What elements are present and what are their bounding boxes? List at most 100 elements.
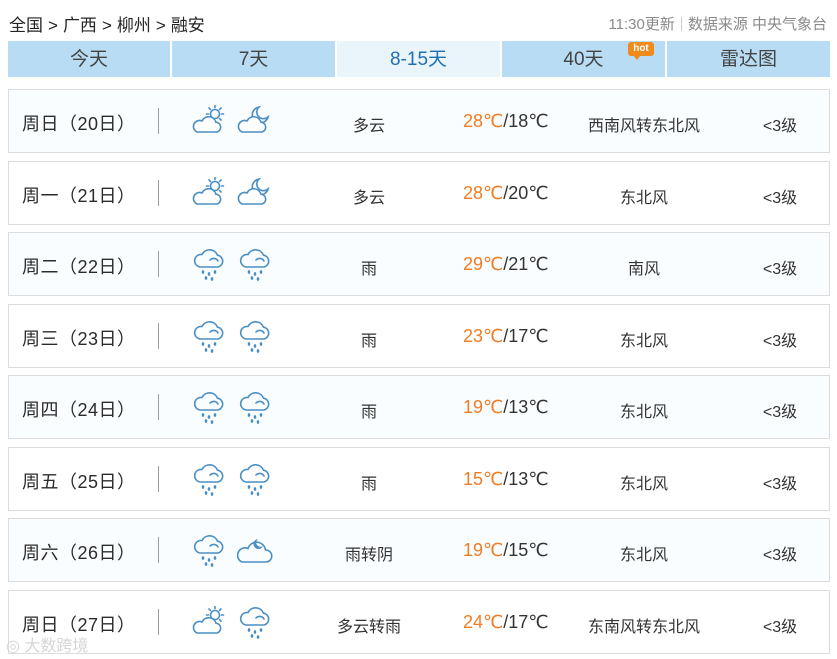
rain-cloud-icon	[237, 605, 273, 639]
update-time: 11:30更新	[608, 16, 675, 33]
low-temp: /20℃	[503, 182, 549, 203]
divider	[158, 322, 159, 349]
divider	[158, 537, 159, 563]
temperature: 19℃/13℃	[463, 397, 549, 418]
low-temp: /21℃	[503, 254, 549, 274]
day-label: 周一（21日）	[22, 185, 136, 206]
data-source: 数据来源 中央气象台	[687, 16, 827, 33]
rain-cloud-icon	[237, 247, 273, 281]
divider	[158, 394, 159, 420]
breadcrumb-separator: >	[48, 16, 58, 35]
rain-cloud-icon	[237, 319, 273, 353]
high-temp: 29℃	[463, 254, 504, 274]
divider	[680, 17, 682, 31]
divider	[158, 465, 159, 492]
rain-cloud-icon	[191, 390, 227, 424]
temperature: 28℃/20℃	[463, 183, 549, 204]
wind-level: <3级	[762, 475, 798, 493]
high-temp: 24℃	[463, 611, 504, 632]
rain-cloud-icon	[237, 390, 273, 424]
tab-label: 今天	[69, 49, 108, 70]
breadcrumb-city[interactable]: 柳州	[117, 16, 151, 35]
tab-today[interactable]: 今天	[8, 41, 172, 77]
divider	[158, 608, 159, 635]
tab-label: 40天	[563, 49, 604, 70]
day-label: 周二（22日）	[22, 257, 136, 277]
tab-40-days[interactable]: 40天 hot	[502, 41, 667, 77]
overcast-moon-icon	[236, 533, 273, 567]
rain-cloud-icon	[191, 462, 227, 496]
tab-8-15-days[interactable]: 8-15天	[337, 41, 502, 77]
wind-level: <3级	[762, 404, 798, 421]
temperature: 29℃/21℃	[463, 254, 549, 275]
high-temp: 28℃	[463, 182, 504, 203]
weather-text: 雨	[360, 261, 377, 278]
forecast-row: 周六（26日） 雨转阴 19℃/15℃ 东北风 <3级	[8, 518, 830, 582]
day-label: 周六（26日）	[22, 543, 136, 563]
weather-text: 多云转雨	[336, 618, 401, 636]
weather-text: 雨	[360, 404, 377, 421]
high-temp: 28℃	[463, 111, 504, 131]
breadcrumb-province[interactable]: 广西	[63, 16, 97, 35]
rain-cloud-icon	[237, 462, 273, 496]
low-temp: /13℃	[503, 468, 549, 489]
temperature: 19℃/15℃	[463, 540, 549, 561]
partly-cloudy-moon-icon	[237, 176, 273, 210]
low-temp: /18℃	[503, 111, 549, 131]
tab-label: 8-15天	[389, 49, 448, 70]
rain-cloud-icon	[191, 319, 227, 353]
partly-cloudy-sun-icon	[191, 104, 227, 138]
partly-cloudy-sun-icon	[191, 176, 227, 210]
weather-text: 多云	[352, 118, 385, 135]
day-label: 周五（25日）	[22, 471, 136, 492]
forecast-row: 周五（25日） 雨 15℃/13℃ 东北风 <3级	[8, 446, 830, 511]
weather-text: 雨转阴	[344, 547, 393, 564]
tab-7-days[interactable]: 7天	[172, 41, 337, 77]
partly-cloudy-moon-icon	[237, 104, 273, 138]
wind-direction: 东北风	[619, 189, 668, 207]
breadcrumb: 全国 > 广西 > 柳州 > 融安	[9, 11, 205, 36]
watermark-logo-icon: ◎	[6, 638, 20, 655]
breadcrumb-separator: >	[155, 16, 166, 35]
high-temp: 15℃	[463, 468, 504, 489]
high-temp: 19℃	[463, 397, 504, 417]
temperature: 15℃/13℃	[463, 469, 549, 490]
update-info: 11:30更新 数据来源 中央气象台	[608, 13, 827, 34]
day-label: 周日（20日）	[22, 114, 136, 134]
watermark-text: 大数跨境	[24, 638, 89, 655]
divider	[158, 251, 159, 277]
temperature: 28℃/18℃	[463, 111, 549, 132]
high-temp: 19℃	[463, 540, 504, 560]
divider	[158, 108, 159, 134]
partly-cloudy-sun-icon	[191, 605, 227, 639]
low-temp: /17℃	[503, 325, 549, 346]
temperature: 23℃/17℃	[463, 326, 549, 347]
wind-direction: 东南风转东北风	[587, 618, 700, 636]
forecast-row: 周日（20日） 多云 28℃/18℃ 西南风转东北风 <3级	[8, 89, 830, 153]
wind-level: <3级	[762, 118, 798, 135]
low-temp: /17℃	[503, 611, 549, 632]
wind-level: <3级	[762, 261, 798, 278]
tab-label: 雷达图	[719, 49, 777, 70]
tab-radar[interactable]: 雷达图	[667, 41, 830, 77]
wind-level: <3级	[762, 547, 798, 564]
forecast-list: 周日（20日） 多云 28℃/18℃ 西南风转东北风 <3级 周一（21日） 多云 28℃/2…	[8, 89, 830, 659]
day-label: 周三（23日）	[22, 328, 136, 349]
day-label: 周四（24日）	[22, 400, 136, 420]
breadcrumb-national[interactable]: 全国	[9, 16, 43, 35]
wind-level: <3级	[762, 332, 798, 350]
breadcrumb-county: 融安	[170, 16, 205, 35]
wind-direction: 东北风	[619, 332, 668, 350]
hot-badge: hot	[628, 42, 654, 60]
temperature: 24℃/17℃	[463, 612, 549, 633]
weather-text: 雨	[360, 332, 377, 350]
wind-direction: 西南风转东北风	[587, 118, 700, 135]
watermark: ◎ 大数跨境	[6, 632, 88, 656]
divider	[158, 179, 159, 206]
high-temp: 23℃	[463, 325, 504, 346]
weather-text: 雨	[360, 475, 377, 493]
rain-cloud-icon	[191, 533, 227, 567]
weather-text: 多云	[352, 189, 385, 207]
forecast-row: 周二（22日） 雨 29℃/21℃ 南风 <3级	[8, 232, 830, 296]
forecast-row: 周四（24日） 雨 19℃/13℃ 东北风 <3级	[8, 375, 830, 439]
